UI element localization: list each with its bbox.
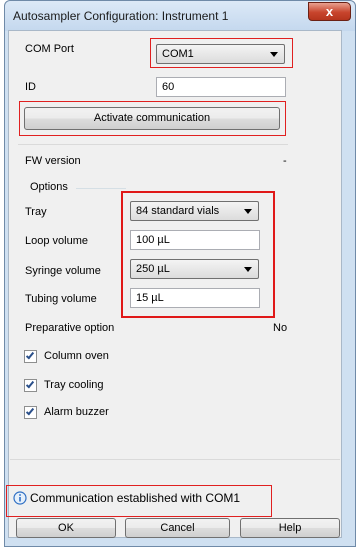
loop-volume-input[interactable]: 100 µL — [130, 230, 260, 250]
alarm-buzzer-label: Alarm buzzer — [44, 406, 109, 418]
checkmark-icon — [25, 379, 35, 389]
window-title: Autosampler Configuration: Instrument 1 — [13, 9, 229, 23]
syringe-volume-label: Syringe volume — [25, 265, 101, 277]
alarm-buzzer-checkbox[interactable] — [24, 406, 37, 419]
chevron-down-icon — [270, 52, 278, 57]
activate-communication-button[interactable]: Activate communication — [24, 107, 280, 130]
loop-volume-label: Loop volume — [25, 235, 88, 247]
options-group-label: Options — [30, 181, 68, 193]
checkmark-icon — [25, 350, 35, 360]
tubing-volume-value: 15 µL — [136, 292, 164, 304]
syringe-volume-select[interactable]: 250 µL — [130, 259, 259, 279]
tray-cooling-checkbox[interactable] — [24, 379, 37, 392]
column-oven-checkbox[interactable] — [24, 350, 37, 363]
syringe-volume-value: 250 µL — [136, 263, 170, 275]
column-oven-label: Column oven — [44, 350, 109, 362]
preparative-option-value: No — [273, 322, 288, 334]
loop-volume-value: 100 µL — [136, 234, 170, 246]
tray-value: 84 standard vials — [136, 205, 220, 217]
tubing-volume-input[interactable]: 15 µL — [130, 288, 260, 308]
activate-communication-label: Activate communication — [93, 112, 211, 124]
tray-label: Tray — [25, 206, 47, 218]
cancel-button[interactable]: Cancel — [125, 518, 230, 538]
help-label: Help — [278, 522, 302, 534]
options-group-line — [76, 188, 126, 189]
tray-select[interactable]: 84 standard vials — [130, 201, 259, 221]
tubing-volume-label: Tubing volume — [25, 293, 97, 305]
close-icon: x — [325, 4, 334, 19]
separator — [18, 144, 288, 145]
fw-version-label: FW version — [25, 155, 81, 167]
com-port-value: COM1 — [162, 48, 194, 60]
close-button[interactable]: x — [308, 2, 351, 21]
tray-cooling-label: Tray cooling — [44, 379, 104, 391]
id-value: 60 — [162, 81, 175, 93]
chevron-down-icon — [244, 267, 252, 272]
checkmark-icon — [25, 406, 35, 416]
id-input[interactable]: 60 — [156, 77, 286, 97]
ok-button[interactable]: OK — [16, 518, 116, 538]
fw-version-value: - — [283, 155, 287, 167]
help-button[interactable]: Help — [240, 518, 340, 538]
title-bar[interactable]: Autosampler Configuration: Instrument 1 … — [5, 1, 355, 31]
separator — [10, 459, 340, 460]
chevron-down-icon — [244, 209, 252, 214]
cancel-label: Cancel — [160, 522, 195, 534]
preparative-option-label: Preparative option — [25, 322, 115, 334]
info-icon — [13, 491, 27, 505]
ok-label: OK — [58, 522, 74, 534]
com-port-select[interactable]: COM1 — [156, 44, 285, 64]
status-text: Communication established with COM1 — [30, 491, 241, 505]
id-label: ID — [25, 81, 36, 93]
com-port-label: COM Port — [25, 43, 74, 55]
